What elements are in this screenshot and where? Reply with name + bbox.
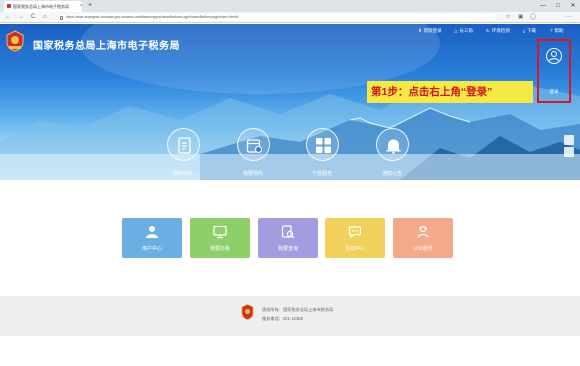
- login-label: 登录: [549, 89, 559, 94]
- todo-icon: [166, 128, 200, 161]
- url-text: https://etax.shanghai.chinatax.gov.cn/ws…: [66, 15, 239, 19]
- yangtze-delta-link[interactable]: △ 长三角: [454, 28, 473, 34]
- side-scroll-up-icon[interactable]: [564, 135, 574, 145]
- tile-label: 互动中心: [344, 246, 365, 252]
- chat-icon: [348, 226, 362, 239]
- link-label: 帮助: [554, 28, 564, 33]
- address-bar[interactable]: https://etax.shanghai.chinatax.gov.cn/ws…: [57, 14, 497, 21]
- calendar-icon: [236, 128, 270, 161]
- bell-icon: [375, 128, 409, 161]
- user-avatar-icon: [546, 48, 562, 64]
- tile-tax-handling[interactable]: 我要办税: [190, 218, 250, 258]
- link-label: 下载: [527, 28, 536, 33]
- tab-title: 国家税务总局上海市电子税务局: [13, 4, 69, 9]
- env-check-link[interactable]: ↻ 环境检测: [486, 28, 510, 34]
- link-label: 新版登录: [423, 28, 442, 33]
- user-icon: [146, 226, 158, 238]
- home-button[interactable]: ⌂: [43, 13, 47, 21]
- help-link[interactable]: ? 帮助: [550, 28, 564, 34]
- tile-label: 用户中心: [141, 246, 162, 252]
- tax-emblem-logo: [241, 304, 254, 320]
- step-instruction-banner: 第1步：点击右上角“登录”: [367, 81, 533, 103]
- browser-tab-bar: 国家税务总局上海市电子税务局 × + — □ ✕: [0, 0, 580, 12]
- new-tab-button[interactable]: +: [88, 2, 92, 9]
- browser-nav-bar: ← → C ⌂ https://etax.shanghai.chinatax.g…: [0, 12, 580, 23]
- back-button[interactable]: ←: [5, 13, 11, 21]
- login-button[interactable]: 登录: [537, 39, 571, 103]
- side-tool-icon[interactable]: [564, 147, 574, 157]
- tile-interaction-center[interactable]: 互动中心: [325, 218, 385, 258]
- arrow-up-icon: ⬆: [418, 28, 422, 33]
- favicon-icon: [7, 4, 11, 8]
- help-icon: ?: [550, 28, 553, 33]
- feature-label: 个性服务: [311, 171, 332, 177]
- grid-icon: [305, 128, 339, 161]
- feature-personal-service[interactable]: 个性服务: [300, 128, 344, 177]
- tile-label: 我要办税: [209, 246, 230, 252]
- maximize-button[interactable]: □: [551, 0, 565, 12]
- favorites-icon[interactable]: ☆: [506, 14, 511, 21]
- footer-phone: 服务电话：021-12366: [262, 316, 303, 321]
- tile-public-service[interactable]: 公众服务: [393, 218, 453, 258]
- close-window-button[interactable]: ✕: [566, 0, 580, 12]
- download-icon: ⤓: [523, 28, 525, 33]
- tile-label: 公众服务: [412, 246, 433, 252]
- feature-label: 我要预约: [242, 171, 263, 177]
- forward-button[interactable]: →: [18, 13, 24, 21]
- tile-query[interactable]: 我要查询: [258, 218, 318, 258]
- lock-icon: [60, 15, 63, 20]
- feature-my-todo[interactable]: 我的待办: [161, 128, 205, 177]
- tax-emblem-logo: [6, 30, 24, 52]
- tile-user-center[interactable]: 用户中心: [122, 218, 182, 258]
- service-icon: [417, 225, 429, 238]
- footer-copyright: 版权所有：国家税务总局上海市税务局: [262, 307, 334, 312]
- feature-appointment[interactable]: 我要预约: [231, 128, 275, 177]
- refresh-icon: ↻: [486, 28, 490, 33]
- reload-button[interactable]: C: [31, 13, 35, 21]
- triangle-icon: △: [454, 28, 458, 33]
- page-footer: 版权所有：国家税务总局上海市税务局 服务电话：021-12366: [0, 296, 580, 336]
- new-login-link[interactable]: ⬆ 新版登录: [418, 28, 442, 34]
- feature-label: 我的待办: [172, 171, 193, 177]
- collections-icon[interactable]: ▣: [518, 14, 523, 21]
- search-doc-icon: [281, 225, 295, 239]
- download-link[interactable]: ⤓ 下载: [523, 28, 536, 34]
- hero-banner: 国家税务总局上海市电子税务局 ⬆ 新版登录 △ 长三角 ↻ 环境检测 ⤓ 下载 ? 帮助 …: [0, 24, 580, 180]
- tab-close-icon[interactable]: ×: [80, 3, 82, 9]
- minimize-button[interactable]: —: [536, 0, 550, 12]
- link-label: 环境检测: [491, 28, 510, 33]
- browser-tab[interactable]: 国家税务总局上海市电子税务局 ×: [4, 1, 82, 12]
- site-title: 国家税务总局上海市电子税务局: [33, 41, 180, 52]
- feature-notices[interactable]: 通知公告: [370, 128, 414, 177]
- profile-icon[interactable]: ◯: [530, 14, 536, 21]
- tile-label: 我要查询: [277, 246, 298, 252]
- link-label: 长三角: [459, 28, 473, 33]
- feature-label: 通知公告: [381, 171, 402, 177]
- more-menu-icon[interactable]: ⋯: [566, 14, 572, 21]
- monitor-icon: [213, 225, 227, 239]
